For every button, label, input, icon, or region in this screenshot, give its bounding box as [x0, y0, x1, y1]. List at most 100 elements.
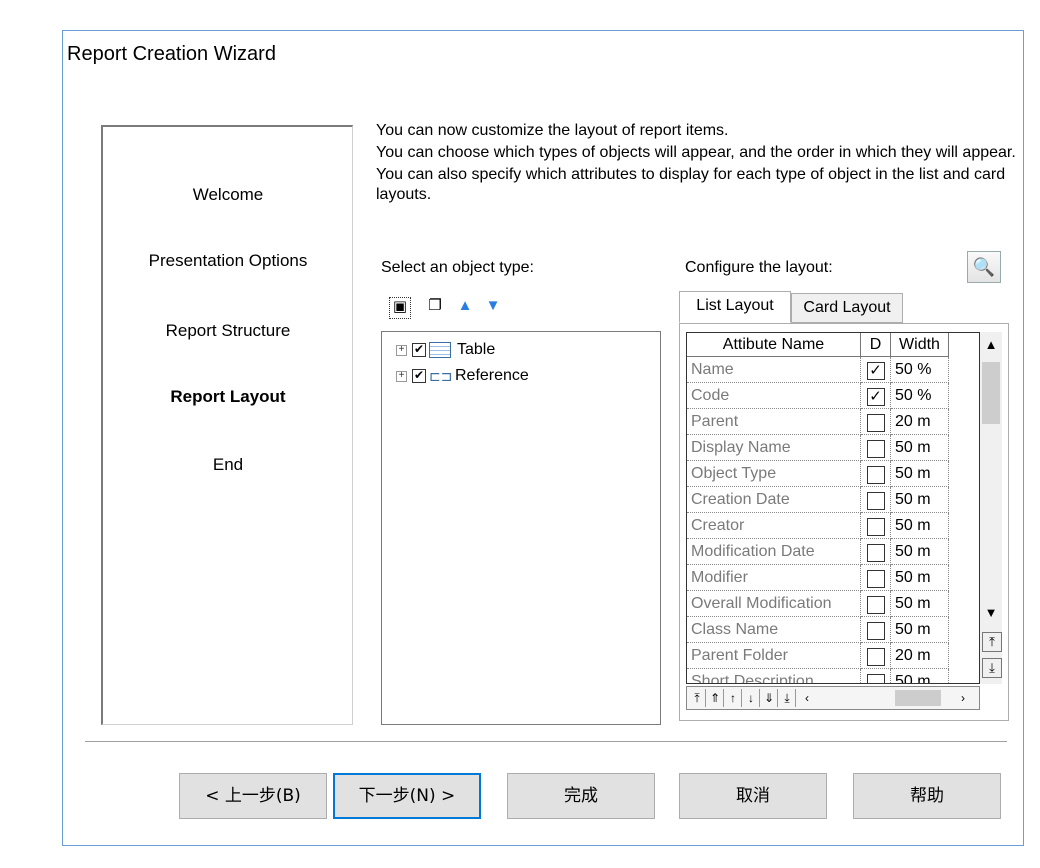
step-report-layout: Report Layout [170, 387, 286, 406]
width-cell[interactable]: 50 % [891, 383, 949, 409]
display-checkbox[interactable] [866, 570, 885, 589]
tree-item-label: Reference [455, 367, 529, 384]
scroll-bottom-icon[interactable]: ⤓ [982, 658, 1002, 678]
object-type-tree[interactable]: + ✔ Table + ✔ ⊏⊐ Reference [381, 331, 661, 725]
display-checkbox[interactable] [866, 544, 885, 563]
move-down-button[interactable]: ▼ [483, 297, 503, 315]
wizard-steps-panel: Welcome Presentation Options Report Stru… [101, 125, 353, 725]
expand-icon[interactable]: + [396, 344, 407, 356]
window-title: Report Creation Wizard [67, 43, 276, 65]
attribute-name-cell: Class Name [687, 617, 861, 643]
table-row[interactable]: Creation Date 50 m [687, 487, 979, 513]
width-cell[interactable]: 20 m [891, 643, 949, 669]
horizontal-scroll-thumb[interactable] [895, 690, 941, 706]
attribute-name-cell: Overall Modification [687, 591, 861, 617]
preview-icon: 🔍 [972, 257, 996, 277]
table-row[interactable]: Modifier 50 m [687, 565, 979, 591]
move-to-top-icon[interactable]: ⤒ [689, 689, 706, 707]
expand-icon[interactable]: + [396, 370, 407, 382]
cancel-button[interactable]: 取消 [679, 773, 827, 819]
tab-list-layout[interactable]: List Layout [679, 291, 791, 323]
width-cell[interactable]: 50 m [891, 435, 949, 461]
select-all-button[interactable]: ▣ [389, 297, 411, 319]
display-checkbox[interactable] [866, 596, 885, 615]
display-checkbox[interactable] [866, 492, 885, 511]
display-cell [861, 461, 891, 487]
tree-item-table[interactable]: + ✔ Table [396, 340, 495, 360]
display-cell [861, 669, 891, 683]
table-row[interactable]: Object Type 50 m [687, 461, 979, 487]
display-checkbox[interactable] [866, 414, 885, 433]
help-button[interactable]: 帮助 [853, 773, 1001, 819]
scroll-top-icon[interactable]: ⤒ [982, 632, 1002, 652]
table-row[interactable]: Creator 50 m [687, 513, 979, 539]
finish-button[interactable]: 完成 [507, 773, 655, 819]
width-cell[interactable]: 50 m [891, 539, 949, 565]
display-cell [861, 435, 891, 461]
column-display[interactable]: D [861, 333, 891, 357]
checkbox-table[interactable]: ✔ [412, 343, 426, 357]
column-attribute-name[interactable]: Attibute Name [687, 333, 861, 357]
instruction-line-3: You can also specify which attributes to… [376, 166, 1006, 203]
attribute-name-cell: Creator [687, 513, 861, 539]
page-up-icon[interactable]: ⇑ [707, 689, 724, 707]
page-down-icon[interactable]: ⇓ [761, 689, 778, 707]
instruction-line-2: You can choose which types of objects wi… [376, 144, 1016, 161]
display-checkbox[interactable]: ✓ [866, 388, 885, 407]
display-checkbox[interactable]: ✓ [866, 362, 885, 381]
width-cell[interactable]: 50 m [891, 461, 949, 487]
vertical-scrollbar[interactable]: ▲ ▼ ⤒ ⤓ [980, 332, 1002, 684]
deselect-all-button[interactable]: ❐ [425, 297, 445, 315]
scroll-left-icon[interactable]: ‹ [799, 689, 815, 707]
column-width[interactable]: Width [891, 333, 949, 357]
scroll-thumb[interactable] [982, 362, 1000, 424]
table-row[interactable]: Display Name 50 m [687, 435, 979, 461]
width-cell[interactable]: 50 m [891, 591, 949, 617]
back-button[interactable]: < 上一步(B) [179, 773, 327, 819]
list-layout-panel: Attibute Name D Width Name ✓ 50 % Code ✓ 50 %… [679, 323, 1009, 721]
display-checkbox[interactable] [866, 622, 885, 641]
width-cell[interactable]: 50 m [891, 565, 949, 591]
move-up-button[interactable]: ▲ [455, 297, 475, 315]
display-checkbox[interactable] [866, 518, 885, 537]
row-up-icon[interactable]: ↑ [725, 689, 742, 707]
display-checkbox[interactable] [866, 466, 885, 485]
row-down-icon[interactable]: ↓ [743, 689, 760, 707]
step-end: End [212, 455, 244, 474]
table-row[interactable]: Overall Modification 50 m [687, 591, 979, 617]
select-all-icon: ▣ [392, 298, 408, 315]
display-checkbox[interactable] [866, 648, 885, 667]
tab-card-layout[interactable]: Card Layout [791, 293, 903, 323]
display-cell [861, 565, 891, 591]
table-row[interactable]: Name ✓ 50 % [687, 357, 979, 383]
width-cell[interactable]: 50 m [891, 513, 949, 539]
display-cell: ✓ [861, 383, 891, 409]
width-cell[interactable]: 50 m [891, 617, 949, 643]
scroll-up-icon[interactable]: ▲ [982, 336, 1000, 354]
table-row[interactable]: Parent Folder 20 m [687, 643, 979, 669]
scroll-right-icon[interactable]: › [955, 689, 971, 707]
display-checkbox[interactable] [866, 674, 885, 683]
preview-button[interactable]: 🔍 [967, 251, 1001, 283]
table-row[interactable]: Parent 20 m [687, 409, 979, 435]
width-cell[interactable]: 50 m [891, 669, 949, 683]
table-row[interactable]: Code ✓ 50 % [687, 383, 979, 409]
next-button[interactable]: 下一步(N) > [333, 773, 481, 819]
table-icon [429, 342, 451, 358]
table-row[interactable]: Short Description 50 m [687, 669, 979, 683]
tree-item-reference[interactable]: + ✔ ⊏⊐ Reference [396, 366, 529, 386]
arrow-up-icon: ▲ [457, 297, 473, 314]
scroll-down-icon[interactable]: ▼ [982, 604, 1000, 622]
move-to-bottom-icon[interactable]: ⤓ [779, 689, 796, 707]
width-cell[interactable]: 20 m [891, 409, 949, 435]
object-type-label: Select an object type: [381, 259, 534, 276]
checkbox-reference[interactable]: ✔ [412, 369, 426, 383]
width-cell[interactable]: 50 m [891, 487, 949, 513]
display-checkbox[interactable] [866, 440, 885, 459]
attribute-grid[interactable]: Attibute Name D Width Name ✓ 50 % Code ✓ 50 %… [686, 332, 980, 684]
attribute-name-cell: Parent [687, 409, 861, 435]
table-row[interactable]: Modification Date 50 m [687, 539, 979, 565]
deselect-all-icon: ❐ [428, 297, 442, 314]
width-cell[interactable]: 50 % [891, 357, 949, 383]
table-row[interactable]: Class Name 50 m [687, 617, 979, 643]
